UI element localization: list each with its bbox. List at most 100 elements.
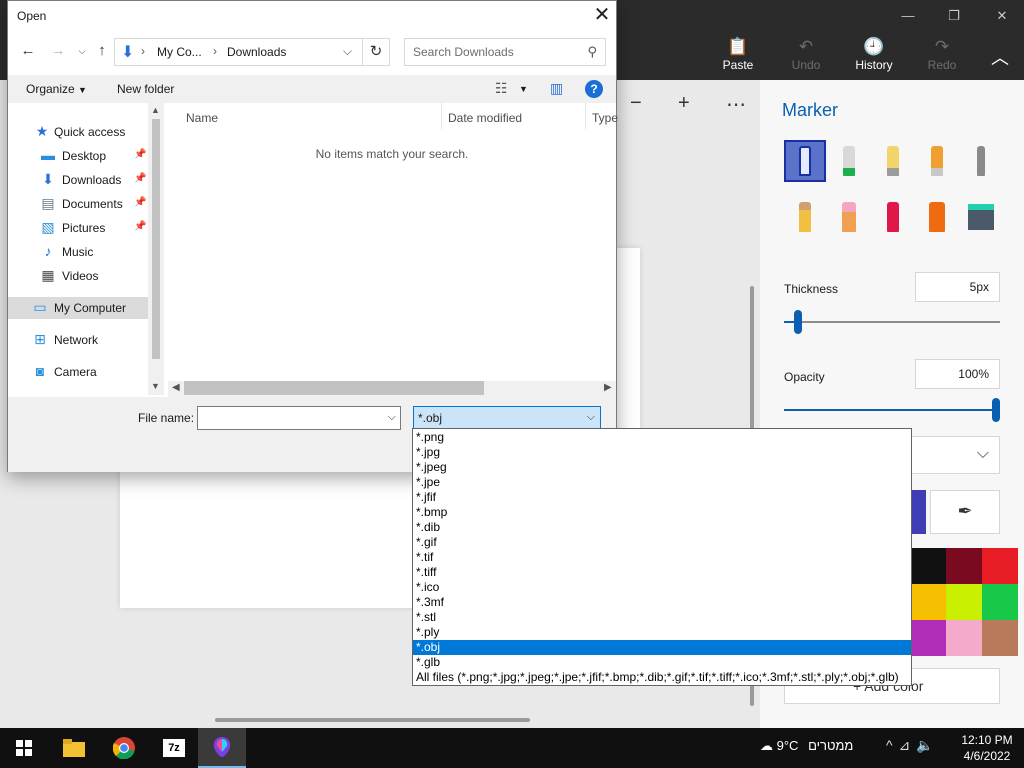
finish-dropdown[interactable]: ⌵ — [910, 436, 1000, 474]
collapse-ribbon-icon[interactable]: ︿ — [988, 44, 1012, 68]
scrollbar-thumb[interactable] — [184, 381, 484, 395]
eyedropper-button[interactable]: ✒ — [930, 490, 1000, 534]
zoom-in-icon[interactable]: + — [678, 92, 690, 115]
redo-button[interactable]: ↷ Redo — [912, 36, 972, 78]
filetype-option[interactable]: *.jfif — [413, 490, 911, 505]
back-arrow-icon[interactable]: ← — [16, 39, 40, 63]
color-swatch[interactable] — [946, 548, 982, 584]
search-icon[interactable]: ⚲ — [587, 44, 597, 60]
history-button[interactable]: 🕘 History — [844, 36, 904, 78]
network-status-icon[interactable]: ⊿ — [899, 737, 917, 753]
filetype-option[interactable]: *.ico — [413, 580, 911, 595]
opacity-slider-thumb[interactable] — [992, 398, 1000, 422]
pixel-pen-tool[interactable] — [960, 140, 1002, 182]
pencil-tool[interactable] — [784, 196, 826, 238]
zoom-out-icon[interactable]: − — [630, 92, 642, 115]
taskbar-clock[interactable]: 12:10 PM 4/6/2022 — [958, 732, 1016, 764]
filetype-option[interactable]: *.stl — [413, 610, 911, 625]
scroll-left-icon[interactable]: ◀ — [172, 382, 180, 393]
filetype-option[interactable]: *.tiff — [413, 565, 911, 580]
nav-item-documents[interactable]: ▤ Documents 📌 — [8, 193, 148, 215]
start-button[interactable] — [0, 728, 48, 768]
color-swatch[interactable] — [910, 548, 946, 584]
preview-pane-icon[interactable]: ▥ — [550, 80, 563, 97]
opacity-field[interactable]: 100% — [915, 359, 1000, 389]
filetype-option[interactable]: *.glb — [413, 655, 911, 670]
nav-item-videos[interactable]: ▦ Videos — [8, 265, 148, 287]
forward-arrow-icon[interactable]: → — [46, 39, 70, 63]
filetype-option[interactable]: *.obj — [413, 640, 911, 655]
paste-button[interactable]: 📋 Paste — [708, 36, 768, 78]
nav-item-desktop[interactable]: ▬ Desktop 📌 — [8, 145, 148, 167]
breadcrumb-separator-icon[interactable]: › — [213, 44, 217, 58]
scroll-up-icon[interactable]: ▲ — [151, 105, 160, 115]
breadcrumb-downloads[interactable]: Downloads — [227, 45, 286, 59]
pin-icon[interactable]: 📌 — [134, 149, 146, 160]
breadcrumb-separator-icon[interactable]: › — [141, 44, 145, 58]
pin-icon[interactable]: 📌 — [134, 173, 146, 184]
navigation-pane-scrollbar[interactable]: ▲ ▼ — [148, 103, 164, 395]
thickness-slider[interactable] — [784, 310, 1000, 334]
organize-button[interactable]: Organize ▼ — [26, 82, 87, 96]
file-list-horizontal-scrollbar[interactable]: ◀ ▶ — [168, 381, 616, 397]
file-list[interactable]: Name Date modified Type No items match y… — [164, 103, 618, 381]
color-swatch[interactable] — [946, 620, 982, 656]
spray-can-tool[interactable] — [916, 196, 958, 238]
marker-tool[interactable] — [784, 140, 826, 182]
view-options-icon[interactable]: ☷ — [495, 80, 508, 97]
thickness-slider-thumb[interactable] — [794, 310, 802, 334]
maximize-icon[interactable]: ❐ — [940, 6, 968, 26]
filetype-option[interactable]: *.png — [413, 430, 911, 445]
color-swatch[interactable] — [910, 584, 946, 620]
scroll-right-icon[interactable]: ▶ — [604, 382, 612, 393]
workspace-horizontal-scrollbar[interactable] — [215, 718, 530, 722]
volume-icon[interactable]: 🔈 — [916, 737, 939, 753]
pin-icon[interactable]: 📌 — [134, 197, 146, 208]
weather-widget[interactable]: ☁ 9°C ממטרים — [760, 738, 853, 754]
show-hidden-icons-chevron-icon[interactable]: ^ — [886, 737, 899, 753]
address-history-chevron-icon[interactable]: ⌵ — [343, 44, 352, 59]
filetype-option[interactable]: *.bmp — [413, 505, 911, 520]
filetype-option[interactable]: *.jpe — [413, 475, 911, 490]
color-swatch[interactable] — [910, 620, 946, 656]
filetype-option[interactable]: *.3mf — [413, 595, 911, 610]
eraser-tool[interactable] — [828, 196, 870, 238]
nav-item-downloads[interactable]: ⬇ Downloads 📌 — [8, 169, 148, 191]
scroll-down-icon[interactable]: ▼ — [151, 381, 160, 391]
nav-item-music[interactable]: ♪ Music — [8, 241, 148, 263]
scrollbar-thumb[interactable] — [152, 119, 160, 359]
search-input[interactable] — [405, 39, 575, 65]
pin-icon[interactable]: 📌 — [134, 221, 146, 232]
color-swatch[interactable] — [982, 548, 1018, 584]
filetype-option[interactable]: *.tif — [413, 550, 911, 565]
more-options-icon[interactable]: ⋯ — [726, 92, 746, 117]
paint3d-taskbar-button[interactable] — [198, 728, 246, 768]
column-header-name[interactable]: Name — [164, 103, 442, 129]
chrome-taskbar-button[interactable] — [100, 728, 148, 768]
filetype-option[interactable]: All files (*.png;*.jpg;*.jpeg;*.jpe;*.jf… — [413, 670, 911, 685]
color-swatch[interactable] — [982, 584, 1018, 620]
filetype-select[interactable]: *.obj ⌵ — [413, 406, 601, 430]
fill-bucket-tool[interactable] — [960, 196, 1002, 238]
color-swatch[interactable] — [982, 620, 1018, 656]
opacity-slider[interactable] — [784, 398, 1000, 422]
new-folder-button[interactable]: New folder — [117, 82, 174, 96]
filetype-option[interactable]: *.dib — [413, 520, 911, 535]
oil-brush-tool[interactable] — [872, 140, 914, 182]
file-explorer-taskbar-button[interactable] — [50, 728, 98, 768]
help-icon[interactable]: ? — [585, 80, 603, 98]
thickness-field[interactable]: 5px — [915, 272, 1000, 302]
chevron-down-icon[interactable]: ⌵ — [388, 411, 396, 424]
nav-item-my-computer[interactable]: ▭ My Computer — [8, 297, 148, 319]
filename-combobox[interactable]: ⌵ — [197, 406, 401, 430]
up-arrow-icon[interactable]: ↑ — [90, 39, 114, 63]
watercolor-tool[interactable] — [916, 140, 958, 182]
dialog-close-icon[interactable]: ✕ — [590, 3, 614, 27]
calligraphy-pen-tool[interactable] — [828, 140, 870, 182]
undo-button[interactable]: ↶ Undo — [776, 36, 836, 78]
view-chevron-icon[interactable]: ▼ — [519, 84, 528, 94]
breadcrumb-my-computer[interactable]: My Co... — [157, 45, 202, 59]
refresh-button[interactable]: ↻ — [362, 38, 390, 66]
7zip-taskbar-button[interactable]: 7z — [150, 728, 198, 768]
column-header-type[interactable]: Type — [586, 103, 618, 129]
